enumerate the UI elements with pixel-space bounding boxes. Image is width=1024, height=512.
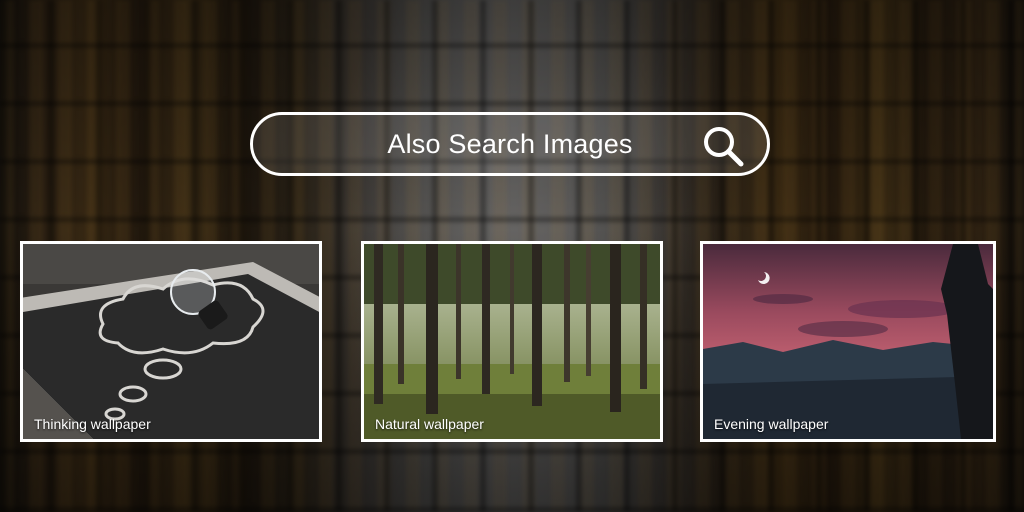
image-card-thinking[interactable]: Thinking wallpaper (20, 241, 322, 442)
card-caption: Natural wallpaper (375, 416, 484, 432)
image-card-natural[interactable]: Natural wallpaper (361, 241, 663, 442)
card-caption: Thinking wallpaper (34, 416, 151, 432)
search-bar[interactable]: Also Search Images (250, 112, 770, 176)
thinking-wallpaper-image (23, 244, 319, 439)
card-caption: Evening wallpaper (714, 416, 829, 432)
image-card-evening[interactable]: Evening wallpaper (700, 241, 996, 442)
search-icon[interactable] (701, 124, 745, 168)
evening-wallpaper-image (703, 244, 993, 439)
page-background: Also Search Images Thinking wallpaper Na… (0, 0, 1024, 512)
natural-wallpaper-image (364, 244, 660, 439)
search-bar-label: Also Search Images (387, 128, 633, 159)
